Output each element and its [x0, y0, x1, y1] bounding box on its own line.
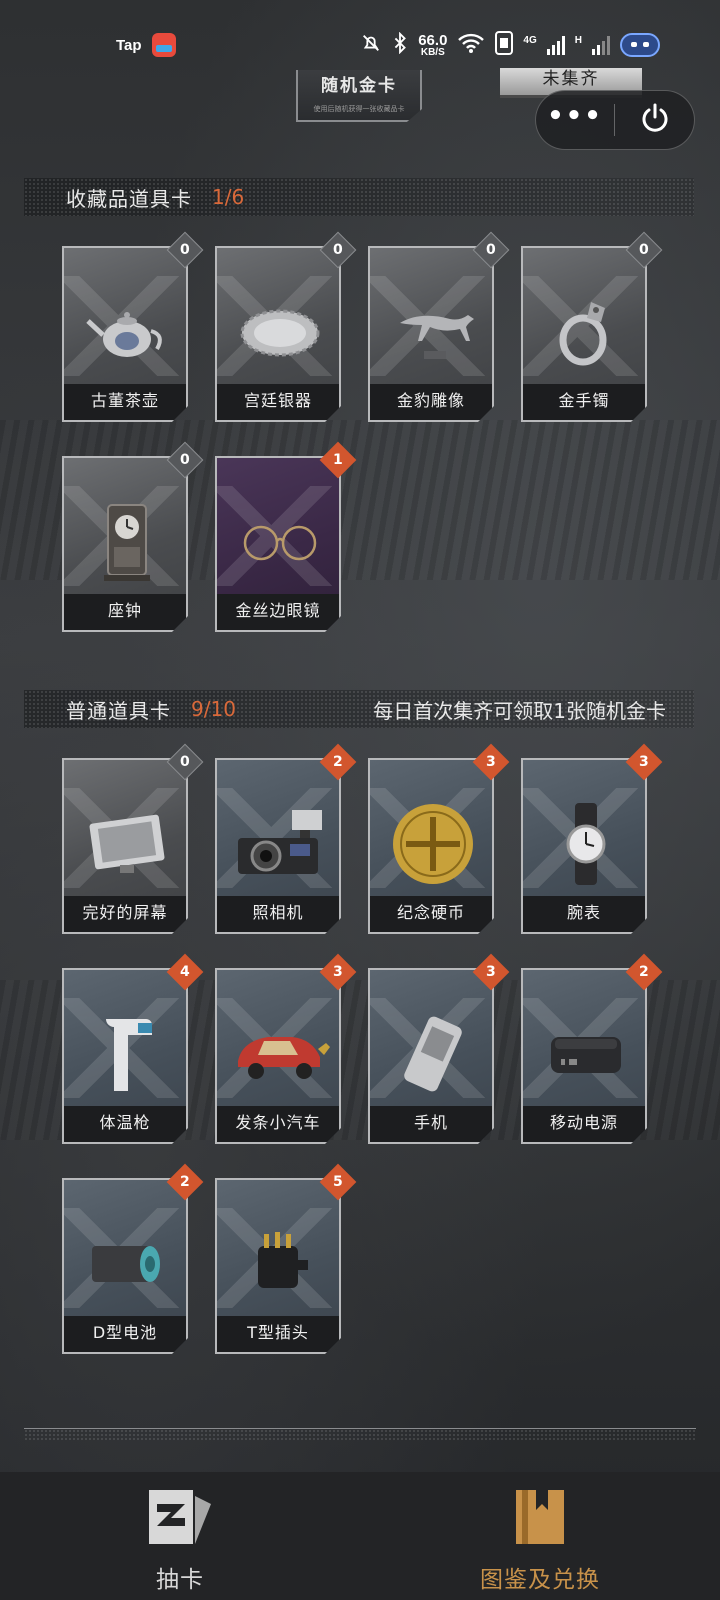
network-type-4g: 4G — [523, 35, 537, 46]
plug-icon — [230, 1214, 330, 1314]
clock-icon — [77, 492, 177, 592]
common-cards-note: 每日首次集齐可领取1张随机金卡 — [373, 698, 666, 723]
mute-bell-icon — [360, 32, 382, 58]
card-label: 纪念硬币 — [370, 896, 492, 932]
collectibles-title: 收藏品道具卡 — [66, 186, 192, 211]
maps-app-icon — [151, 33, 176, 57]
tap-app-label: Tap — [116, 36, 142, 54]
card-camera[interactable]: 照相机 — [215, 758, 341, 934]
card-label: 金丝边眼镜 — [217, 594, 339, 630]
card-label: 完好的屏幕 — [64, 896, 186, 932]
network-type-h: H — [574, 35, 582, 46]
card-mantel-clock[interactable]: 座钟 — [62, 456, 188, 632]
card-label: 金豹雕像 — [370, 384, 492, 420]
coin-icon — [383, 794, 483, 894]
bottom-nav: 抽卡 图鉴及兑换 — [0, 1472, 720, 1600]
card-antique-teapot[interactable]: 古董茶壶 — [62, 246, 188, 422]
draw-card-icon — [145, 1486, 215, 1552]
signal-bars-icon-2 — [592, 35, 610, 55]
toy-car-icon — [230, 1004, 330, 1104]
camera-icon — [230, 794, 330, 894]
glasses-icon — [230, 492, 330, 592]
battery-robot-icon — [620, 33, 660, 57]
card-leopard-statue[interactable]: 金豹雕像 — [368, 246, 494, 422]
card-thermometer-gun[interactable]: 体温枪 — [62, 968, 188, 1144]
sim-card-icon — [495, 31, 514, 59]
gold-card-title: 随机金卡 — [321, 76, 397, 96]
card-label: 宫廷银器 — [217, 384, 339, 420]
more-menu-button[interactable]: ••• — [536, 103, 614, 137]
card-label: D型电池 — [64, 1316, 186, 1352]
card-intact-screen[interactable]: 完好的屏幕 — [62, 758, 188, 934]
silver-plate-icon — [230, 282, 330, 382]
common-cards-title: 普通道具卡 — [66, 698, 171, 723]
card-commemorative-coin[interactable]: 纪念硬币 — [368, 758, 494, 934]
network-speed: 66.0 KB/S — [418, 33, 447, 58]
exit-button[interactable] — [615, 101, 694, 139]
bluetooth-icon — [392, 31, 408, 58]
card-label: 腕表 — [523, 896, 645, 932]
card-power-bank[interactable]: 移动电源 — [521, 968, 647, 1144]
card-label: 照相机 — [217, 896, 339, 932]
card-label: 金手镯 — [523, 384, 645, 420]
book-collection-icon — [512, 1486, 568, 1552]
common-cards-count: 9/10 — [191, 697, 236, 721]
nav-collection-exchange[interactable]: 图鉴及兑换 — [360, 1472, 720, 1600]
card-mobile-phone[interactable]: 手机 — [368, 968, 494, 1144]
card-label: 手机 — [370, 1106, 492, 1142]
nav-collection-exchange-label: 图鉴及兑换 — [480, 1567, 600, 1593]
leopard-statue-icon — [383, 282, 483, 382]
card-label: 移动电源 — [523, 1106, 645, 1142]
status-right: 66.0 KB/S 4G H — [360, 31, 660, 59]
bracelet-icon — [536, 282, 636, 382]
card-palace-silverware[interactable]: 宫廷银器 — [215, 246, 341, 422]
screen-icon — [77, 794, 177, 894]
divider — [24, 1428, 696, 1442]
card-d-battery[interactable]: D型电池 — [62, 1178, 188, 1354]
teapot-icon — [77, 282, 177, 382]
signal-bars-icon — [546, 35, 565, 55]
speed-unit: KB/S — [420, 46, 445, 58]
card-gold-bracelet[interactable]: 金手镯 — [521, 246, 647, 422]
power-bank-icon — [536, 1004, 636, 1104]
card-label: 座钟 — [64, 594, 186, 630]
gold-card-subtitle: 使用后随机获得一张收藏品卡 — [313, 105, 405, 113]
collectibles-header: 收藏品道具卡 1/6 — [24, 178, 694, 216]
phone-icon — [383, 1004, 483, 1104]
battery-icon — [77, 1214, 177, 1314]
card-label: 发条小汽车 — [217, 1106, 339, 1142]
nav-draw-card-label: 抽卡 — [156, 1567, 204, 1593]
mini-program-capsule: ••• — [535, 90, 695, 150]
card-label: T型插头 — [217, 1316, 339, 1352]
card-label: 体温枪 — [64, 1106, 186, 1142]
card-label: 古董茶壶 — [64, 384, 186, 420]
card-wristwatch[interactable]: 腕表 — [521, 758, 647, 934]
thermometer-gun-icon — [77, 1004, 177, 1104]
common-cards-header: 普通道具卡 9/10 每日首次集齐可领取1张随机金卡 — [24, 690, 694, 728]
power-icon — [638, 101, 672, 139]
card-wind-up-car[interactable]: 发条小汽车 — [215, 968, 341, 1144]
status-left: Tap — [116, 33, 176, 57]
nav-draw-card[interactable]: 抽卡 — [0, 1472, 360, 1600]
watch-icon — [536, 794, 636, 894]
collectibles-count: 1/6 — [212, 185, 245, 209]
random-gold-card[interactable]: 随机金卡 使用后随机获得一张收藏品卡 — [296, 70, 422, 122]
wifi-icon — [457, 32, 485, 58]
card-t-plug[interactable]: T型插头 — [215, 1178, 341, 1354]
card-gold-rim-glasses[interactable]: 金丝边眼镜 — [215, 456, 341, 632]
speed-value: 66.0 — [418, 31, 448, 49]
